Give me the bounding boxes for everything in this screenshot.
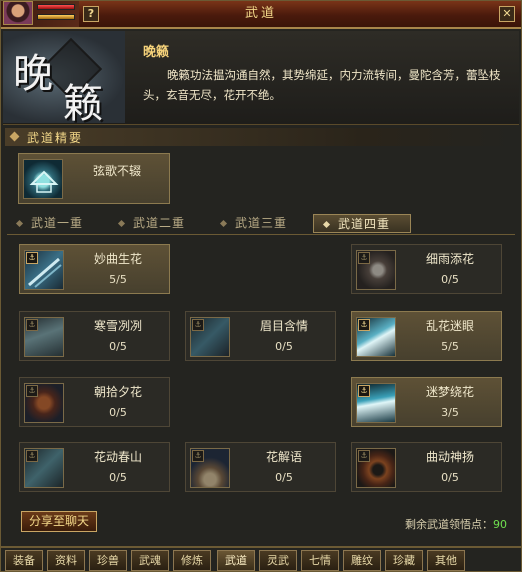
bottom-tab-cultivation[interactable]: 修炼: [173, 550, 211, 571]
skill-slot[interactable]: ⚓ 寒雪冽冽 0/5: [19, 311, 170, 361]
skill-slot[interactable]: ⚓ 眉目含情 0/5: [185, 311, 336, 361]
skill-level: 5/5: [109, 273, 127, 286]
skill-tag-icon: ⚓: [192, 450, 204, 462]
skill-tag-icon: ⚓: [26, 385, 38, 397]
flower-icon[interactable]: ⚓: [24, 383, 64, 423]
skill-level: 3/5: [441, 406, 459, 419]
close-button[interactable]: ✕: [499, 6, 515, 22]
skill-level: 0/5: [441, 273, 459, 286]
share-to-chat-button[interactable]: 分享至聊天: [21, 511, 97, 532]
skill-name: 花动春山: [93, 450, 142, 464]
tab-tier-1[interactable]: 武道一重: [7, 214, 105, 233]
skill-tag-icon: ⚓: [358, 450, 370, 462]
calligraphy-art: 晚 籁: [3, 31, 125, 123]
tab-divider: [7, 234, 515, 235]
skill-tag-icon: ⚓: [192, 319, 204, 331]
skill-name: 花解语: [265, 450, 302, 464]
bottom-tab-pets[interactable]: 珍兽: [89, 550, 127, 571]
window-title: 武道: [244, 6, 277, 21]
skill-slot[interactable]: ⚓ 曲动神扬 0/5: [351, 442, 502, 492]
skill-level: 0/5: [109, 406, 127, 419]
bottom-tab-lingwu[interactable]: 灵武: [259, 550, 297, 571]
tier-tabs: 武道一重 武道二重 武道三重 武道四重: [7, 214, 517, 234]
calligraphy-char-2: 籁: [63, 81, 103, 123]
bottom-tab-qiqing[interactable]: 七情: [301, 550, 339, 571]
diamond-bullet-icon: [9, 131, 20, 142]
sleeve-icon[interactable]: ⚓: [356, 317, 396, 357]
tab-tier-3[interactable]: 武道三重: [211, 214, 309, 233]
remaining-points-value: 90: [493, 518, 507, 531]
calligraphy-char-1: 晚: [13, 51, 53, 97]
pavilion-icon[interactable]: [23, 159, 63, 199]
essentials-heading-label: 武道精要: [27, 131, 84, 145]
skill-header: 晚 籁 晚籁 晚籁功法揾沟通自然，其势绵延，内力流转间，曼陀含芳，蕾坠枝头，玄音…: [3, 31, 519, 125]
skill-slot[interactable]: ⚓ 妙曲生花 5/5: [19, 244, 170, 294]
skill-slot[interactable]: ⚓ 细雨添花 0/5: [351, 244, 502, 294]
skill-name: 妙曲生花: [93, 252, 142, 266]
skill-description: 晚籁功法揾沟通自然，其势绵延，内力流转间，曼陀含芳，蕾坠枝头，玄音无尽，花开不绝…: [143, 68, 501, 102]
essentials-heading: 武道精要: [5, 128, 517, 146]
mist-icon[interactable]: ⚓: [24, 448, 64, 488]
snow-icon[interactable]: ⚓: [24, 317, 64, 357]
wave-icon[interactable]: ⚓: [356, 383, 396, 423]
skill-slot[interactable]: ⚓ 花动春山 0/5: [19, 442, 170, 492]
essentials-slot[interactable]: 弦歌不辍: [18, 153, 170, 204]
vortex-icon[interactable]: ⚓: [356, 448, 396, 488]
bottom-tab-profile[interactable]: 资料: [47, 550, 85, 571]
skill-title: 晚籁: [143, 45, 170, 60]
skill-slot[interactable]: ⚓ 迷梦绕花 3/5: [351, 377, 502, 427]
skill-tag-icon: ⚓: [358, 385, 370, 397]
skill-name: 乱花迷眼: [425, 319, 474, 333]
skill-name: 迷梦绕花: [425, 385, 474, 399]
skill-name: 曲动神扬: [425, 450, 474, 464]
wudao-window: ? 武道 ✕ 晚 籁 晚籁 晚籁功法揾沟通自然，其势绵延，内力流转间，曼陀含芳，…: [0, 0, 522, 572]
remaining-points: 剩余武道领悟点：90: [405, 516, 507, 532]
bottom-divider: [1, 546, 521, 548]
skill-level: 0/5: [275, 340, 293, 353]
skill-level: 0/5: [275, 471, 293, 484]
essentials-slot-name: 弦歌不辍: [92, 164, 141, 178]
skill-tag-icon: ⚓: [26, 319, 38, 331]
fan-icon[interactable]: ⚓: [190, 448, 230, 488]
bottom-tab-equipment[interactable]: 装备: [5, 550, 43, 571]
skill-slot[interactable]: ⚓ 朝拾夕花 0/5: [19, 377, 170, 427]
tab-tier-2[interactable]: 武道二重: [109, 214, 207, 233]
bottom-tab-collection[interactable]: 珍藏: [385, 550, 423, 571]
skill-tag-icon: ⚓: [26, 252, 38, 264]
skill-tag-icon: ⚓: [358, 252, 370, 264]
bottom-tab-wudao[interactable]: 武道: [217, 550, 255, 571]
petal-icon[interactable]: ⚓: [356, 250, 396, 290]
bottom-tab-wuhun[interactable]: 武魂: [131, 550, 169, 571]
skill-tag-icon: ⚓: [26, 450, 38, 462]
skill-level: 0/5: [109, 340, 127, 353]
skill-level: 0/5: [109, 471, 127, 484]
skill-slot[interactable]: ⚓ 花解语 0/5: [185, 442, 336, 492]
bottom-tab-diaowen[interactable]: 雕纹: [343, 550, 381, 571]
title-bar[interactable]: ? 武道 ✕: [1, 1, 521, 29]
tab-tier-4[interactable]: 武道四重: [313, 214, 411, 233]
remaining-points-label: 剩余武道领悟点：: [405, 518, 493, 531]
bottom-tab-bar: 装备 资料 珍兽 武魂 修炼 武道 灵武 七情 雕纹 珍藏 其他: [5, 550, 519, 572]
skill-name: 朝拾夕花: [93, 385, 142, 399]
skill-name: 寒雪冽冽: [93, 319, 142, 333]
bottom-tab-other[interactable]: 其他: [427, 550, 465, 571]
skill-tag-icon: ⚓: [358, 319, 370, 331]
skill-level: 5/5: [441, 340, 459, 353]
skill-slot[interactable]: ⚓ 乱花迷眼 5/5: [351, 311, 502, 361]
skill-name: 眉目含情: [259, 319, 308, 333]
skill-level: 0/5: [441, 471, 459, 484]
hand-icon[interactable]: ⚓: [190, 317, 230, 357]
flute-icon[interactable]: ⚓: [24, 250, 64, 290]
skill-name: 细雨添花: [425, 252, 474, 266]
